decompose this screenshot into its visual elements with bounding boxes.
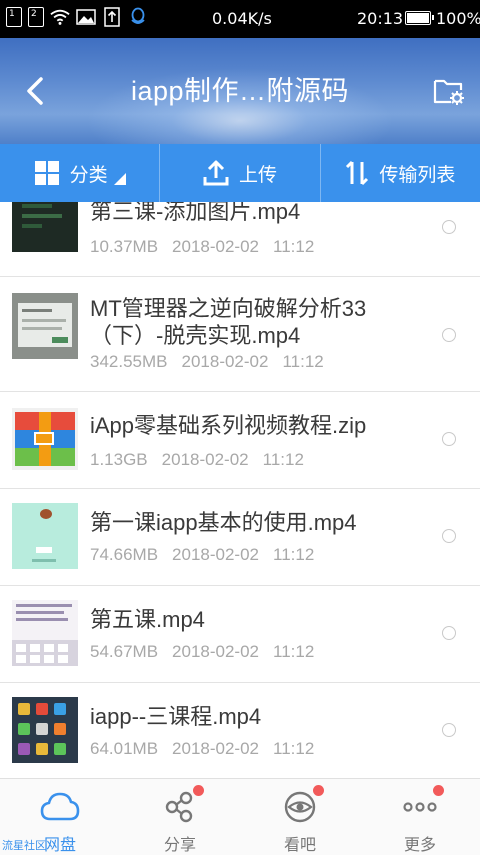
- file-name: 第一课iapp基本的使用.mp4: [90, 510, 357, 535]
- file-row[interactable]: MT管理器之逆向破解分析33（下）-脱壳实现.mp4 342.55MB 2018-…: [0, 277, 480, 392]
- file-size: 64.01MB: [90, 739, 159, 758]
- file-meta: 74.66MB 2018-02-02 11:12: [90, 545, 314, 565]
- status-bar: 1 2 0.04K/s 20:13 100%: [0, 0, 480, 38]
- file-time: 11:12: [273, 237, 315, 256]
- select-radio[interactable]: [442, 626, 456, 640]
- select-radio[interactable]: [442, 328, 456, 342]
- nav-label: 看吧: [283, 835, 316, 854]
- file-date: 2018-02-02: [172, 642, 260, 661]
- sim1-icon: 1: [6, 7, 22, 27]
- notification-badge: [313, 785, 324, 796]
- transfer-list-button[interactable]: 传输列表: [319, 144, 480, 202]
- clock: 20:13: [357, 9, 404, 28]
- video-thumbnail: [12, 293, 78, 359]
- notification-badge: [433, 785, 444, 796]
- file-date: 2018-02-02: [172, 237, 260, 256]
- transfer-list-label: 传输列表: [379, 163, 456, 186]
- file-meta: 64.01MB 2018-02-02 11:12: [90, 739, 314, 759]
- file-name: 第三课-添加图片.mp4: [90, 202, 301, 224]
- select-radio[interactable]: [442, 529, 456, 543]
- file-size: 1.13GB: [90, 450, 148, 469]
- file-name: 第五课.mp4: [90, 607, 205, 632]
- more-dots-icon: [400, 785, 444, 827]
- file-list: 第三课-添加图片.mp4 10.37MB 2018-02-02 11:12 MT管理…: [0, 202, 480, 778]
- file-meta: 1.13GB 2018-02-02 11:12: [90, 450, 304, 470]
- file-meta: 10.37MB 2018-02-02 11:12: [90, 237, 314, 257]
- battery-level: 100%: [436, 9, 480, 28]
- file-size: 54.67MB: [90, 642, 159, 661]
- sim2-icon: 2: [28, 7, 44, 27]
- category-label: 分类: [69, 163, 108, 186]
- video-thumbnail: [12, 697, 78, 763]
- image-icon: [76, 7, 96, 27]
- file-row[interactable]: 第一课iapp基本的使用.mp4 74.66MB 2018-02-02 11:12: [0, 489, 480, 586]
- cloud-icon: [40, 787, 80, 827]
- file-size: 342.55MB: [90, 352, 168, 371]
- action-toolbar: 分类 上传 传输列表: [0, 144, 480, 202]
- wifi-icon: [50, 7, 70, 27]
- file-time: 11:12: [273, 642, 315, 661]
- nav-share[interactable]: 分享: [120, 779, 240, 855]
- status-icons: 1 2: [6, 7, 148, 27]
- folder-settings-button[interactable]: [432, 74, 466, 108]
- upload-button[interactable]: 上传: [159, 144, 319, 202]
- file-time: 11:12: [282, 352, 324, 371]
- network-speed: 0.04K/s: [212, 9, 272, 28]
- zip-archive-icon: [12, 408, 78, 470]
- page-title: iapp制作…附源码: [130, 76, 350, 106]
- file-name: iApp零基础系列视频教程.zip: [90, 413, 367, 438]
- bottom-nav: 网盘 分享 看吧 更多 流星社区: [0, 778, 480, 855]
- nav-label: 网盘: [43, 835, 76, 854]
- file-size: 74.66MB: [90, 545, 159, 564]
- nav-label: 更多: [403, 835, 436, 854]
- battery-icon: [405, 11, 434, 25]
- file-time: 11:12: [273, 739, 315, 758]
- upload-label: 上传: [238, 163, 277, 186]
- select-radio[interactable]: [442, 723, 456, 737]
- folder-gear-icon: [433, 79, 464, 105]
- video-thumbnail: [12, 503, 78, 569]
- grid-icon: [34, 161, 59, 185]
- file-name: iapp--三课程.mp4: [90, 704, 262, 729]
- qq-icon: [128, 7, 148, 27]
- dropdown-triangle-icon: [113, 173, 126, 185]
- transfer-arrows-icon: [346, 160, 369, 186]
- file-time: 11:12: [262, 450, 304, 469]
- notification-badge: [193, 785, 204, 796]
- video-thumbnail: [12, 600, 78, 666]
- download-notice-icon: [102, 7, 122, 27]
- share-icon: [160, 785, 204, 827]
- nav-watch[interactable]: 看吧: [240, 779, 360, 855]
- back-button[interactable]: [18, 74, 52, 108]
- file-row[interactable]: 第三课-添加图片.mp4 10.37MB 2018-02-02 11:12: [0, 202, 480, 277]
- file-meta: 54.67MB 2018-02-02 11:12: [90, 642, 314, 662]
- file-size: 10.37MB: [90, 237, 159, 256]
- file-row[interactable]: iApp零基础系列视频教程.zip 1.13GB 2018-02-02 11:12: [0, 392, 480, 489]
- file-meta: 342.55MB 2018-02-02 11:12: [90, 352, 324, 372]
- file-date: 2018-02-02: [161, 450, 249, 469]
- file-date: 2018-02-02: [181, 352, 269, 371]
- file-name: MT管理器之逆向破解分析33（下）-脱壳实现.mp4: [90, 296, 367, 348]
- file-date: 2018-02-02: [172, 545, 260, 564]
- file-time: 11:12: [273, 545, 315, 564]
- upload-icon: [203, 160, 229, 186]
- file-date: 2018-02-02: [172, 739, 260, 758]
- nav-label: 分享: [163, 835, 196, 854]
- header-bar: iapp制作…附源码: [0, 38, 480, 144]
- watermark: 流星社区: [2, 839, 46, 852]
- category-button[interactable]: 分类: [0, 144, 159, 202]
- select-radio[interactable]: [442, 432, 456, 446]
- select-radio[interactable]: [442, 220, 456, 234]
- eye-icon: [280, 785, 324, 827]
- file-row[interactable]: iapp--三课程.mp4 64.01MB 2018-02-02 11:12: [0, 683, 480, 778]
- nav-more[interactable]: 更多: [360, 779, 480, 855]
- file-row[interactable]: 第五课.mp4 54.67MB 2018-02-02 11:12: [0, 586, 480, 683]
- video-thumbnail: [12, 202, 78, 252]
- chevron-left-icon: [27, 77, 43, 105]
